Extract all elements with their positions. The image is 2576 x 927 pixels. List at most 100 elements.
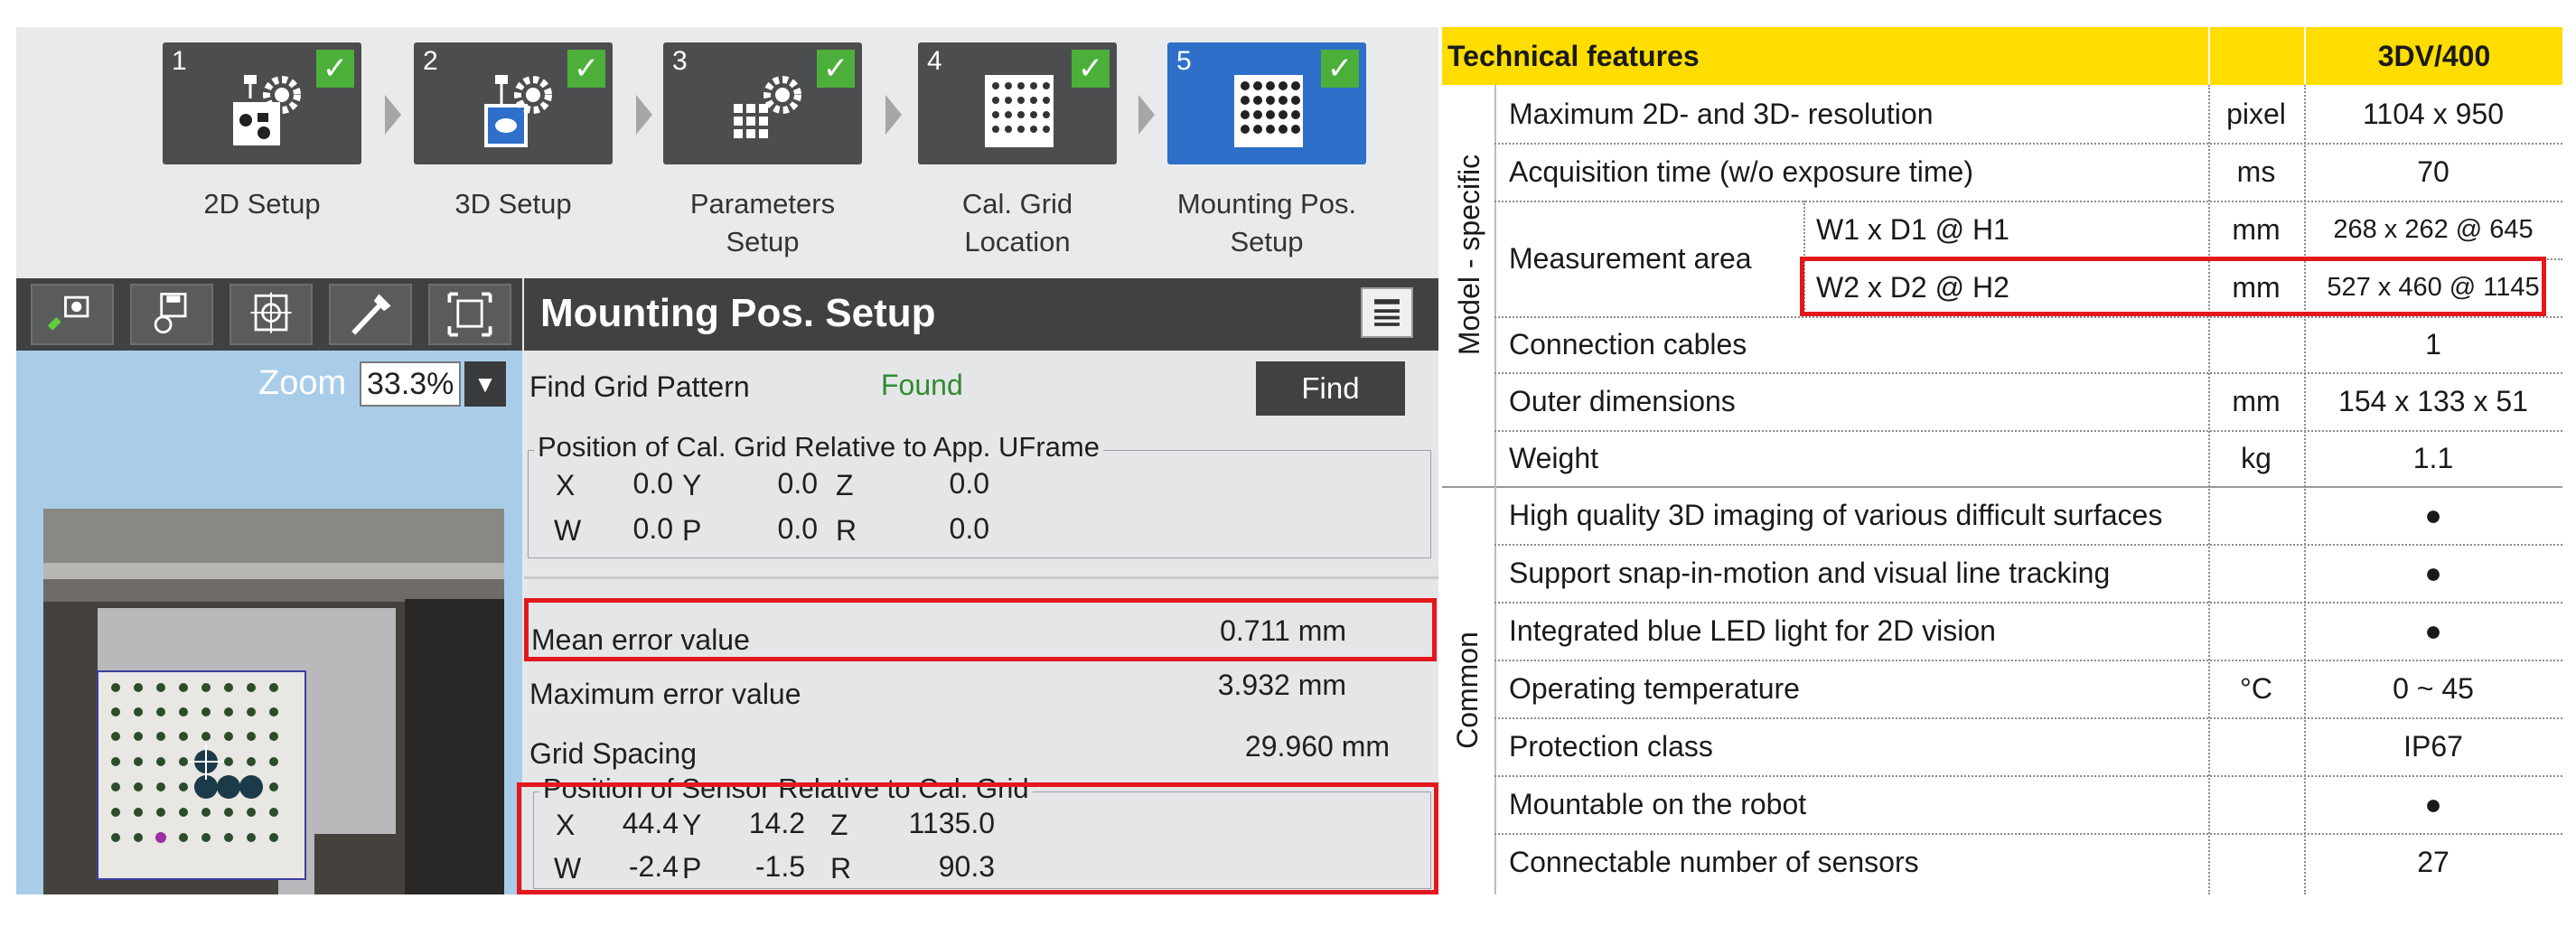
chevron-right-icon — [885, 95, 902, 135]
group-label-model-specific: Model - specific — [1453, 154, 1485, 356]
row-value: ● — [2424, 556, 2442, 589]
grid-z-value: 0.0 — [949, 467, 989, 500]
check-icon: ✓ — [817, 50, 855, 88]
grid-line — [1494, 85, 1496, 894]
main-header: Mounting Pos. Setup — [524, 278, 1438, 351]
step-number: 1 — [172, 46, 187, 76]
menu-icon[interactable] — [1361, 287, 1413, 338]
row-feature: Protection class — [1509, 729, 1713, 763]
dot-grid-icon — [985, 75, 1054, 147]
grid-position-group: Position of Cal. Grid Relative to App. U… — [528, 431, 1431, 558]
axis-label-r: R — [836, 514, 857, 547]
step-parameters-setup[interactable]: 3 ✓ Parameters Setup — [663, 42, 862, 273]
row-value: ● — [2424, 613, 2442, 647]
grid-gear-icon — [734, 76, 801, 138]
row-feature: Integrated blue LED light for 2D vision — [1509, 613, 1996, 647]
row-value: 1.1 — [2412, 441, 2454, 474]
row-feature: Outer dimensions — [1509, 384, 1736, 417]
axis-label-x: X — [556, 469, 576, 501]
check-icon: ✓ — [1072, 50, 1110, 88]
step-tile[interactable]: 4 ✓ — [918, 42, 1117, 164]
row-sub: W1 x D1 @ H1 — [1816, 212, 2009, 246]
grid-y-value: 0.0 — [777, 467, 818, 500]
row-value: 27 — [2417, 845, 2450, 878]
step-tile[interactable]: 3 ✓ — [663, 42, 862, 164]
grid-r-value: 0.0 — [949, 512, 989, 545]
row-feature: Measurement area — [1509, 241, 1752, 275]
target-icon[interactable] — [229, 284, 313, 345]
row-feature: Support snap-in-motion and visual line t… — [1509, 556, 2111, 589]
axis-label-p: P — [682, 514, 702, 547]
step-label: Cal. Grid Location — [961, 188, 1073, 258]
row-unit: mm — [2232, 212, 2281, 246]
max-error-label: Maximum error value — [529, 678, 801, 710]
find-grid-label: Find Grid Pattern — [529, 370, 750, 403]
step-bar: 1 ✓ 2D Setup 2 ✓ 3D Setup 3 ✓ Parameters… — [16, 27, 1438, 278]
axis-label-y: Y — [682, 469, 702, 501]
row-unit: kg — [2241, 441, 2272, 474]
chevron-down-icon[interactable]: ▼ — [464, 361, 506, 407]
step-mounting-pos-setup[interactable]: 5 ✓ Mounting Pos. Setup — [1167, 42, 1366, 273]
step-3d-setup[interactable]: 2 ✓ 3D Setup — [414, 42, 613, 273]
dot-grid-large-icon — [1234, 75, 1303, 147]
fit-view-icon[interactable] — [428, 284, 511, 345]
row-value: 70 — [2417, 154, 2450, 188]
step-2d-setup[interactable]: 1 ✓ 2D Setup — [163, 42, 361, 273]
zoom-row: Zoom 33.3% ▼ — [16, 351, 522, 482]
camera-snap-icon[interactable] — [31, 284, 114, 345]
step-label: Parameters Setup — [689, 188, 836, 258]
row-unit: pixel — [2226, 97, 2286, 130]
header-feature: Technical features — [1447, 39, 1700, 72]
wand-icon[interactable] — [329, 284, 412, 345]
zoom-label: Zoom — [258, 364, 347, 402]
grid-p-value: 0.0 — [777, 512, 818, 545]
grid-w-value: 0.0 — [632, 512, 673, 545]
step-tile[interactable]: 2 ✓ — [414, 42, 613, 164]
group-title: Position of Cal. Grid Relative to App. U… — [534, 431, 1103, 464]
row-feature: Mountable on the robot — [1509, 787, 1807, 820]
check-icon: ✓ — [1321, 50, 1359, 88]
page-title: Mounting Pos. Setup — [540, 291, 936, 335]
row-value: 1104 x 950 — [2363, 97, 2504, 130]
image-toolbar — [16, 278, 522, 351]
chevron-right-icon — [636, 95, 652, 135]
check-icon: ✓ — [567, 50, 605, 88]
save-image-icon[interactable] — [130, 284, 213, 345]
calibration-grid-photo — [43, 509, 504, 894]
row-value: 154 x 133 x 51 — [2338, 384, 2528, 417]
camera-view[interactable] — [16, 482, 522, 894]
step-number: 2 — [423, 46, 438, 76]
row-value: IP67 — [2403, 729, 2463, 763]
camera-gear-icon — [233, 75, 301, 145]
chevron-right-icon — [385, 95, 401, 135]
row-unit: °C — [2240, 671, 2272, 705]
axis-label-w: W — [554, 514, 582, 547]
row-feature: Connection cables — [1509, 327, 1747, 360]
step-number: 3 — [672, 46, 688, 76]
row-value: ● — [2424, 498, 2442, 531]
grid-spacing-value: 29.960 mm — [1244, 730, 1390, 763]
step-tile[interactable]: 1 ✓ — [163, 42, 361, 164]
row-value: 0 ~ 45 — [2393, 671, 2474, 705]
max-error-value: 3.932 mm — [1217, 669, 1346, 701]
chevron-right-icon — [1138, 95, 1155, 135]
row-feature: High quality 3D imaging of various diffi… — [1509, 498, 2163, 531]
highlight-measurement-area — [1800, 257, 2546, 316]
step-tile[interactable]: 5 ✓ — [1167, 42, 1366, 164]
row-feature: Weight — [1509, 441, 1599, 474]
header-divider — [2304, 27, 2306, 85]
step-number: 5 — [1176, 46, 1192, 76]
grid-spacing-label: Grid Spacing — [529, 737, 697, 770]
row-feature: Acquisition time (w/o exposure time) — [1509, 154, 1973, 188]
step-cal-grid-location[interactable]: 4 ✓ Cal. Grid Location — [918, 42, 1117, 273]
main-panel: Find Grid Pattern Found Find Position of… — [517, 351, 1438, 894]
step-label: 2D Setup — [203, 188, 321, 220]
find-button[interactable]: Find — [1256, 361, 1405, 416]
status-found: Found — [881, 369, 963, 401]
row-unit: ms — [2236, 154, 2276, 188]
row-unit: mm — [2232, 384, 2281, 417]
step-number: 4 — [927, 46, 942, 76]
highlight-sensor-position — [517, 782, 1438, 894]
grid-x-value: 0.0 — [632, 467, 673, 500]
zoom-select[interactable]: 33.3% — [360, 361, 461, 407]
